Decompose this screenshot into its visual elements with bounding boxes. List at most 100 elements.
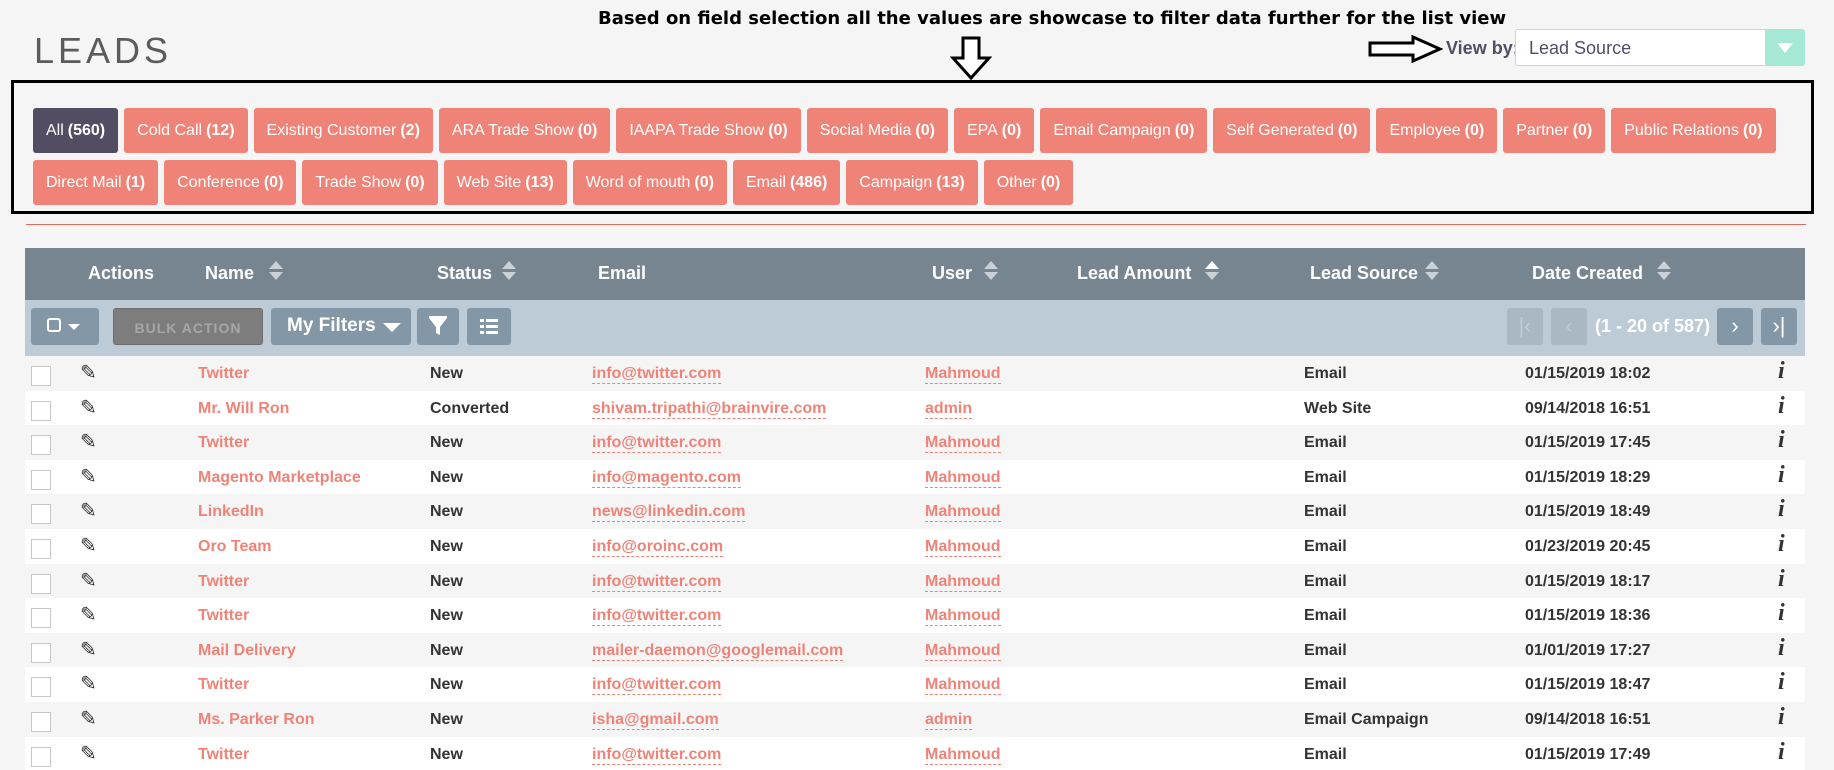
lead-email-link[interactable]: shivam.tripathi@brainvire.com [592, 400, 827, 419]
edit-pencil-icon[interactable]: ✎ [80, 429, 97, 454]
info-icon[interactable]: i [1778, 669, 1785, 696]
chevron-down-icon[interactable] [1765, 30, 1804, 65]
filter-pill[interactable]: Partner (0) [1503, 108, 1606, 153]
edit-pencil-icon[interactable]: ✎ [80, 671, 97, 696]
lead-email-link[interactable]: mailer-daemon@googlemail.com [592, 642, 844, 661]
sort-icon[interactable] [984, 261, 998, 283]
edit-pencil-icon[interactable]: ✎ [80, 464, 97, 489]
filter-pill[interactable]: ARA Trade Show (0) [438, 108, 611, 153]
info-icon[interactable]: i [1778, 462, 1785, 489]
info-icon[interactable]: i [1778, 600, 1785, 627]
row-checkbox[interactable] [31, 504, 51, 525]
filter-button[interactable] [417, 308, 459, 345]
lead-name-link[interactable]: Mr. Will Ron [198, 400, 289, 418]
filter-pill[interactable]: IAAPA Trade Show (0) [616, 108, 801, 153]
lead-user-link[interactable]: Mahmoud [925, 573, 1001, 592]
col-name[interactable]: Name [205, 261, 283, 284]
sort-ascending-icon[interactable] [1205, 261, 1219, 283]
next-page-button[interactable]: › [1717, 308, 1753, 345]
lead-name-link[interactable]: Twitter [198, 746, 249, 764]
col-date-created[interactable]: Date Created [1532, 261, 1671, 284]
lead-name-link[interactable]: Magento Marketplace [198, 469, 361, 487]
lead-email-link[interactable]: info@twitter.com [592, 434, 722, 454]
lead-email-link[interactable]: isha@gmail.com [592, 711, 719, 730]
lead-user-link[interactable]: Mahmoud [925, 503, 1001, 523]
row-checkbox[interactable] [31, 573, 51, 594]
lead-email-link[interactable]: info@magento.com [592, 469, 741, 488]
edit-pencil-icon[interactable]: ✎ [80, 741, 97, 766]
info-icon[interactable]: i [1778, 566, 1785, 593]
my-filters-dropdown[interactable]: My Filters [271, 308, 411, 345]
lead-user-link[interactable]: Mahmoud [925, 642, 1001, 661]
filter-pill[interactable]: Campaign (13) [846, 160, 978, 205]
edit-pencil-icon[interactable]: ✎ [80, 706, 97, 731]
col-user[interactable]: User [932, 261, 998, 284]
row-checkbox[interactable] [31, 677, 51, 698]
filter-pill[interactable]: Self Generated (0) [1213, 108, 1371, 153]
col-status[interactable]: Status [437, 261, 516, 284]
filter-pill[interactable]: Email (486) [732, 160, 841, 205]
info-icon[interactable]: i [1778, 393, 1785, 420]
lead-user-link[interactable]: admin [925, 400, 973, 419]
sort-icon[interactable] [269, 261, 283, 283]
info-icon[interactable]: i [1778, 635, 1785, 662]
lead-user-link[interactable]: Mahmoud [925, 746, 1001, 765]
row-checkbox[interactable] [31, 435, 51, 456]
sort-icon[interactable] [1657, 261, 1671, 283]
filter-pill[interactable]: All (560) [33, 108, 119, 153]
filter-pill[interactable]: EPA (0) [953, 108, 1035, 153]
filter-pill[interactable]: Email Campaign (0) [1040, 108, 1208, 153]
row-checkbox[interactable] [31, 538, 51, 559]
edit-pencil-icon[interactable]: ✎ [80, 602, 97, 627]
select-all-dropdown[interactable] [31, 308, 99, 345]
edit-pencil-icon[interactable]: ✎ [80, 395, 97, 420]
filter-pill[interactable]: Web Site (13) [443, 160, 567, 205]
edit-pencil-icon[interactable]: ✎ [80, 533, 97, 558]
filter-pill[interactable]: Direct Mail (1) [33, 160, 159, 205]
filter-pill[interactable]: Existing Customer (2) [253, 108, 433, 153]
info-icon[interactable]: i [1778, 704, 1785, 731]
edit-pencil-icon[interactable]: ✎ [80, 637, 97, 662]
lead-name-link[interactable]: Oro Team [198, 538, 272, 556]
row-checkbox[interactable] [31, 400, 51, 421]
lead-email-link[interactable]: info@oroinc.com [592, 538, 724, 557]
lead-name-link[interactable]: Mail Delivery [198, 642, 296, 660]
lead-user-link[interactable]: Mahmoud [925, 469, 1001, 488]
filter-pill[interactable]: Trade Show (0) [302, 160, 438, 205]
lead-user-link[interactable]: Mahmoud [925, 676, 1001, 696]
info-icon[interactable]: i [1778, 739, 1785, 766]
edit-pencil-icon[interactable]: ✎ [80, 568, 97, 593]
row-checkbox[interactable] [31, 642, 51, 663]
info-icon[interactable]: i [1778, 496, 1785, 523]
filter-pill[interactable]: Employee (0) [1376, 108, 1498, 153]
info-icon[interactable]: i [1778, 427, 1785, 454]
row-checkbox[interactable] [31, 366, 51, 386]
info-icon[interactable]: i [1778, 531, 1785, 558]
filter-pill[interactable]: Cold Call (12) [124, 108, 248, 153]
first-page-button[interactable]: |‹ [1507, 308, 1543, 345]
lead-email-link[interactable]: news@linkedin.com [592, 503, 746, 523]
bulk-action-button[interactable]: BULK ACTION [113, 308, 263, 345]
lead-name-link[interactable]: Twitter [198, 365, 249, 383]
lead-name-link[interactable]: Twitter [198, 573, 249, 591]
lead-name-link[interactable]: Ms. Parker Ron [198, 711, 314, 729]
lead-email-link[interactable]: info@twitter.com [592, 676, 722, 696]
col-lead-source[interactable]: Lead Source [1310, 261, 1439, 284]
filter-pill[interactable]: Other (0) [983, 160, 1074, 205]
sort-icon[interactable] [502, 261, 516, 283]
lead-user-link[interactable]: Mahmoud [925, 434, 1001, 454]
lead-name-link[interactable]: LinkedIn [198, 503, 264, 521]
lead-user-link[interactable]: Mahmoud [925, 538, 1001, 557]
lead-user-link[interactable]: Mahmoud [925, 607, 1001, 627]
edit-pencil-icon[interactable]: ✎ [80, 360, 97, 385]
edit-pencil-icon[interactable]: ✎ [80, 498, 97, 523]
col-lead-amount[interactable]: Lead Amount [1077, 261, 1219, 284]
lead-user-link[interactable]: Mahmoud [925, 365, 1001, 384]
lead-user-link[interactable]: admin [925, 711, 973, 730]
filter-pill[interactable]: Conference (0) [164, 160, 297, 205]
prev-page-button[interactable]: ‹ [1551, 308, 1587, 345]
lead-name-link[interactable]: Twitter [198, 676, 249, 694]
info-icon[interactable]: i [1778, 358, 1785, 385]
lead-name-link[interactable]: Twitter [198, 434, 249, 452]
lead-email-link[interactable]: info@twitter.com [592, 573, 722, 592]
